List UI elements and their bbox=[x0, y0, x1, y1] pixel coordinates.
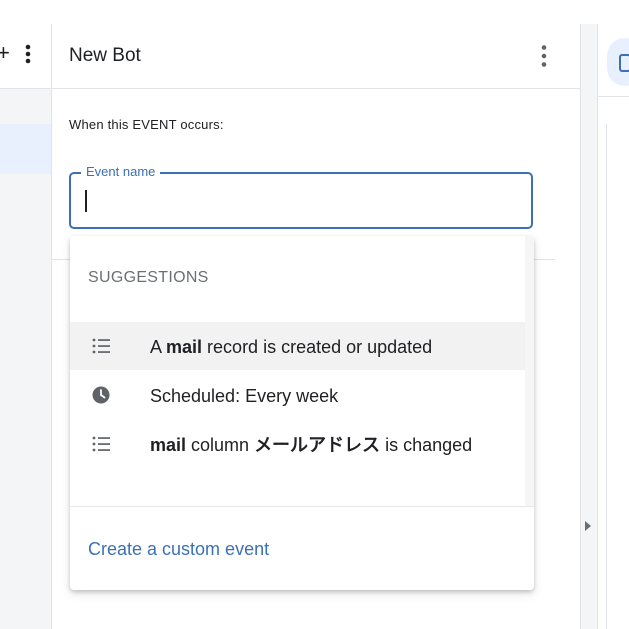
more-vert-icon[interactable] bbox=[25, 44, 31, 64]
list-icon bbox=[92, 436, 110, 452]
clock-icon bbox=[92, 386, 110, 404]
event-section-label: When this EVENT occurs: bbox=[69, 117, 224, 132]
suggestions-heading: SUGGESTIONS bbox=[88, 269, 209, 286]
list-icon bbox=[92, 338, 110, 354]
left-panel: + bbox=[0, 24, 52, 629]
dropdown-scrollbar[interactable] bbox=[525, 236, 534, 506]
right-panel-tab[interactable] bbox=[607, 38, 629, 86]
suggestion-item[interactable]: mail column メールアドレス is changed bbox=[70, 420, 525, 468]
page-title: New Bot bbox=[69, 45, 141, 66]
phone-preview-icon bbox=[619, 54, 629, 72]
right-panel-divider bbox=[598, 96, 629, 97]
add-icon[interactable]: + bbox=[0, 42, 10, 64]
right-panel-card bbox=[606, 124, 629, 629]
suggestion-item[interactable]: A mail record is created or updated bbox=[70, 322, 525, 370]
event-name-input[interactable] bbox=[83, 188, 503, 212]
event-name-field[interactable]: Event name bbox=[69, 164, 533, 229]
suggestion-text: A mail record is created or updated bbox=[150, 337, 433, 357]
panel-header: New Bot bbox=[52, 24, 580, 89]
top-strip bbox=[0, 0, 629, 24]
right-panel bbox=[581, 24, 629, 629]
create-custom-event-link[interactable]: Create a custom event bbox=[88, 538, 269, 560]
dropdown-divider bbox=[70, 506, 534, 507]
suggestion-text: mail column メールアドレス is changed bbox=[150, 435, 473, 455]
suggestion-item[interactable]: Scheduled: Every week bbox=[70, 371, 525, 419]
left-panel-header: + bbox=[0, 24, 51, 89]
expand-arrow-icon[interactable] bbox=[585, 521, 591, 531]
suggestions-dropdown: SUGGESTIONS A mail record is created or … bbox=[70, 236, 534, 590]
left-selected-item[interactable] bbox=[0, 124, 51, 174]
suggestion-text: Scheduled: Every week bbox=[150, 386, 339, 406]
panel-collapse-gutter[interactable] bbox=[581, 24, 598, 629]
more-vert-icon[interactable] bbox=[541, 44, 547, 68]
text-caret bbox=[85, 190, 87, 212]
event-name-label: Event name bbox=[81, 164, 161, 180]
